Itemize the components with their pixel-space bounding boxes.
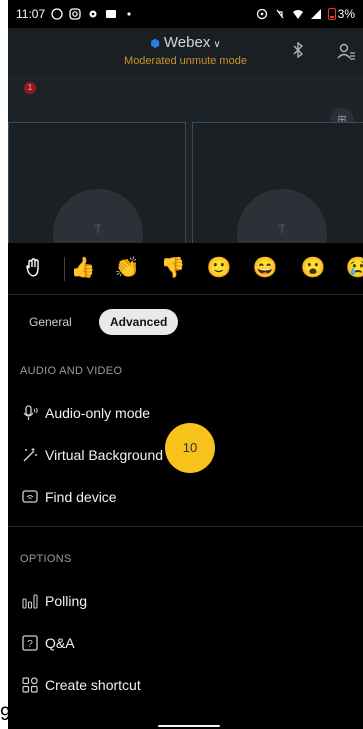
surprised-icon[interactable]: 😮 [300, 255, 326, 281]
dot-icon [127, 12, 131, 16]
chevron-down-icon: ∨ [213, 39, 221, 50]
step-number-badge: 10 [165, 423, 215, 473]
battery-percent: 3% [337, 7, 355, 21]
smile-icon[interactable]: 🙂 [206, 255, 232, 281]
qa-icon: ? [22, 635, 38, 651]
thumbs-down-icon[interactable]: 👎 [160, 255, 186, 281]
virtual-background-label: Virtual Background [45, 447, 164, 463]
settings-tabs: General Advanced [8, 307, 363, 337]
polling-icon [22, 594, 38, 609]
audio-video-heading: AUDIO AND VIDEO [20, 365, 123, 377]
polling-label: Polling [45, 593, 88, 609]
wifi-icon [292, 10, 303, 19]
qa-label: Q&A [45, 635, 75, 651]
meeting-title-text: Webex [163, 34, 211, 51]
phone-screen: 11:07 3% ⬢Webex∨ Moderated unmute mode [8, 0, 363, 729]
battery-indicator: 3% [327, 7, 355, 21]
shield-icon: ⬢ [150, 38, 160, 50]
options-heading: OPTIONS [20, 553, 72, 565]
audio-only-mode-label: Audio-only mode [45, 405, 151, 421]
polling-item[interactable]: Polling [8, 586, 363, 616]
reactions-bar: 👍 👏 👎 🙂 😄 😮 😢 [8, 243, 363, 295]
magic-wand-icon [23, 448, 37, 462]
settings-icon [89, 10, 97, 18]
bluetooth-icon[interactable] [291, 42, 305, 58]
clock-text: 11:07 [16, 7, 46, 21]
tab-advanced[interactable]: Advanced [99, 309, 179, 335]
whatsapp-icon [51, 8, 63, 20]
microphone-waves-icon [23, 405, 38, 420]
battery-low-icon [327, 8, 336, 20]
edge-step-digit: 9 [0, 704, 11, 725]
shortcut-grid-icon [22, 677, 38, 693]
meeting-header: ⬢ Webex ∨ Moderated unmute mode [8, 28, 363, 74]
meeting-title[interactable]: ⬢ Webex ∨ [8, 34, 363, 51]
laugh-icon[interactable]: 😄 [252, 255, 278, 281]
find-device-item[interactable]: Find device [8, 482, 363, 512]
participants-icon[interactable] [337, 42, 355, 60]
svg-text:?: ? [27, 639, 33, 650]
mute-icon [276, 9, 284, 19]
sd-card-icon [106, 10, 117, 18]
raise-hand-icon[interactable] [21, 255, 47, 281]
instagram-icon [69, 8, 81, 20]
sad-icon[interactable]: 😢 [345, 255, 363, 281]
home-indicator[interactable] [158, 725, 220, 727]
participant-tile[interactable]: T [8, 122, 186, 252]
moderated-mode-text: Moderated unmute mode [124, 55, 247, 67]
reactions-divider [64, 257, 65, 281]
clap-icon[interactable]: 👏 [114, 255, 140, 281]
vpn-icon [256, 8, 267, 20]
alert-badge[interactable]: 1 [24, 82, 36, 94]
create-shortcut-label: Create shortcut [45, 677, 141, 693]
signal-icon [310, 9, 321, 19]
tab-general[interactable]: General [29, 309, 72, 335]
participant-tile[interactable]: T [192, 122, 363, 252]
section-divider [8, 526, 363, 527]
find-device-icon [22, 490, 38, 503]
status-bar: 11:07 3% [8, 0, 363, 28]
more-options-sheet: 👍 👏 👎 🙂 😄 😮 😢 General Advanced AUDIO AND… [8, 243, 363, 729]
qa-item[interactable]: ? Q&A [8, 628, 363, 658]
thumbs-up-icon[interactable]: 👍 [70, 255, 96, 281]
create-shortcut-item[interactable]: Create shortcut [8, 670, 363, 700]
find-device-label: Find device [45, 489, 117, 505]
